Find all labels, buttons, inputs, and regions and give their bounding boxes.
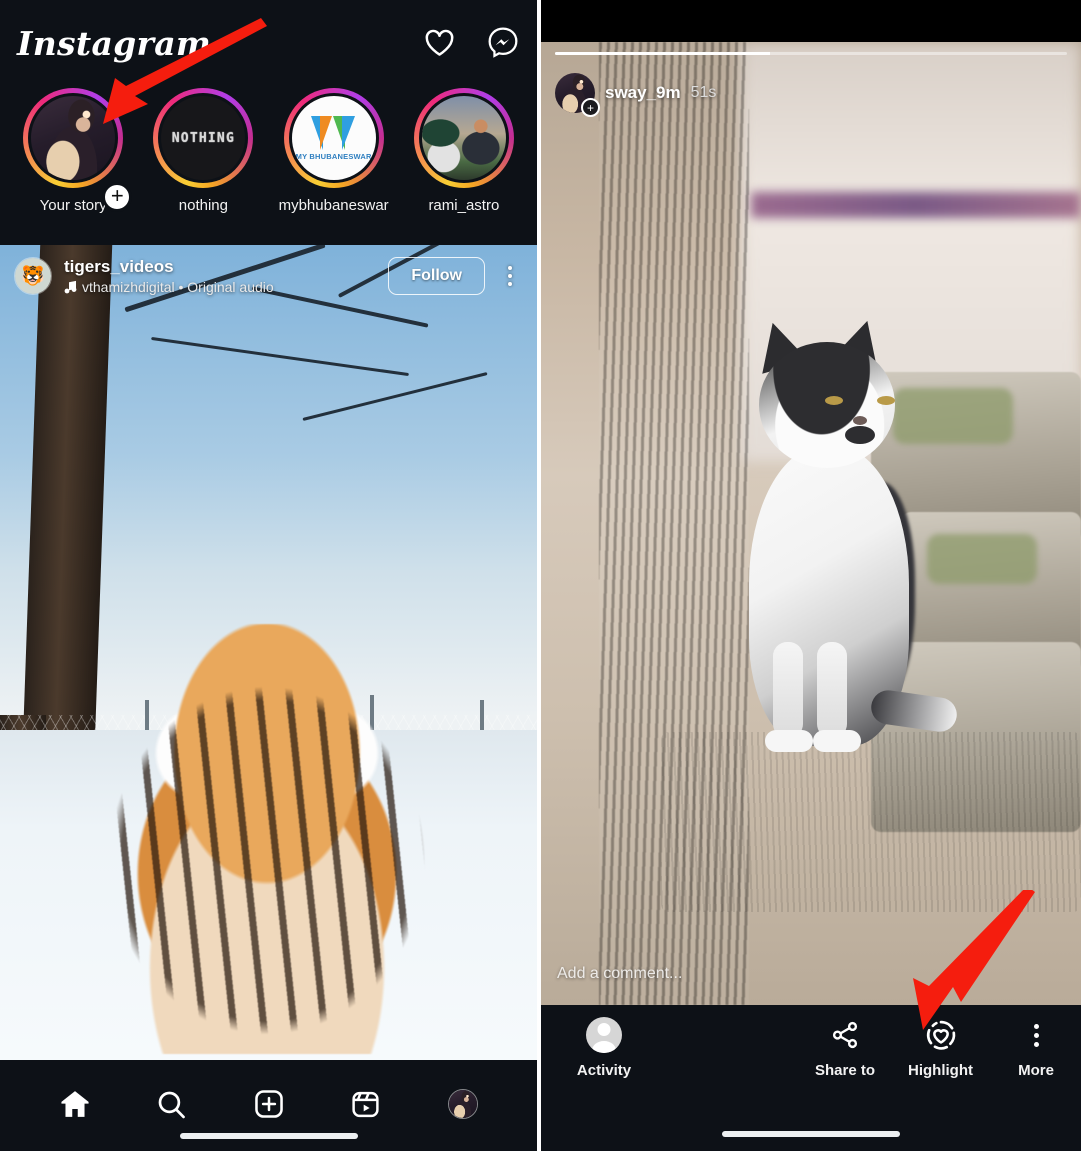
search-icon (158, 1091, 185, 1118)
android-home-indicator (179, 1133, 358, 1139)
notifications-heart-icon[interactable] (424, 28, 455, 57)
nothing-logo-art: NOTHING (161, 96, 246, 180)
kebab-menu-icon (1033, 1023, 1039, 1047)
highlight-heart-icon (926, 1020, 955, 1050)
cat-subject (721, 314, 959, 812)
reels-icon (352, 1091, 379, 1117)
story-header: + sway_9m 51s (541, 42, 1081, 117)
post-author-info: tigers_videos vthamizhdigital • Original… (64, 257, 388, 295)
action-label: More (1018, 1062, 1054, 1079)
screenshot-root: 🐯 tigers_videos vthamizhdigital • Origin… (0, 0, 1081, 1151)
m-logo-shape (310, 115, 357, 150)
story-timestamp: 51s (690, 84, 717, 101)
nav-item-create[interactable] (243, 1082, 295, 1126)
nothing-logo-text: NOTHING (171, 130, 235, 146)
story-progress-bar (555, 52, 1067, 55)
story-ring-gradient: MY BHUBANESWAR (283, 88, 384, 188)
story-label: nothing (178, 197, 228, 214)
tiger-avatar-art: 🐯 (15, 258, 51, 294)
story-avatar: NOTHING (161, 96, 246, 180)
home-icon (60, 1091, 89, 1117)
post-author-avatar[interactable]: 🐯 (14, 257, 52, 295)
story-avatar: MY BHUBANESWAR (291, 96, 376, 180)
action-share-to[interactable]: Share to (814, 1018, 876, 1079)
header-icons (424, 26, 519, 58)
mybhubaneswar-logo-text: MY BHUBANESWAR (295, 151, 372, 161)
story-progress-track (555, 52, 1067, 55)
story-ring-gradient (413, 88, 514, 188)
story-item-mybhubaneswar[interactable]: MY BHUBANESWAR mybhubaneswar (269, 88, 399, 238)
story-action-bar: Activity Share to Highlight More (541, 1005, 1081, 1151)
story-media-cat-photo[interactable]: Add a comment... (541, 42, 1081, 1005)
nav-item-home[interactable] (49, 1082, 101, 1126)
story-ring-gradient: NOTHING (153, 88, 254, 188)
action-label: Activity (576, 1062, 632, 1079)
story-author-row[interactable]: + sway_9m 51s (555, 73, 1067, 117)
story-label: mybhubaneswar (278, 197, 389, 214)
profile-avatar-icon (447, 1089, 478, 1119)
plus-square-icon (254, 1090, 283, 1118)
post-media-tiger-video[interactable] (0, 245, 537, 1060)
story-author-username[interactable]: sway_9m (605, 83, 681, 103)
profile-avatar-art (448, 1090, 477, 1118)
nav-item-search[interactable] (146, 1082, 198, 1126)
add-comment-placeholder[interactable]: Add a comment... (557, 965, 682, 983)
post-username[interactable]: tigers_videos (64, 257, 388, 277)
action-label: Highlight (908, 1062, 973, 1079)
add-to-story-badge-icon[interactable]: + (102, 182, 133, 212)
story-label: rami_astro (428, 197, 500, 214)
story-progress-fill (555, 52, 771, 55)
feed-header: Instagram + Your story NOTHING nothing M… (0, 0, 537, 245)
nav-item-profile[interactable] (437, 1082, 489, 1126)
instagram-story-viewer-panel: Add a comment... + sway_9m 51s Activity … (541, 0, 1081, 1151)
mybhubaneswar-logo-art: MY BHUBANESWAR (291, 96, 376, 180)
post-audio-text: vthamizhdigital • Original audio (82, 279, 274, 295)
story-avatar (31, 96, 116, 180)
follow-button[interactable]: Follow (388, 257, 485, 295)
action-more[interactable]: More (1005, 1018, 1067, 1079)
rami-avatar-art (421, 96, 506, 180)
story-ring-gradient (23, 88, 124, 188)
story-action-group: Share to Highlight More (814, 1018, 1067, 1079)
instagram-logo[interactable]: Instagram (17, 24, 211, 63)
action-activity[interactable]: Activity (565, 1017, 643, 1079)
selfie-avatar-art (31, 96, 116, 180)
android-home-indicator (722, 1131, 900, 1137)
story-avatar (421, 96, 506, 180)
post-audio-row[interactable]: vthamizhdigital • Original audio (64, 279, 388, 295)
story-item-rami-astro[interactable]: rami_astro (399, 88, 529, 238)
status-bar-area (541, 0, 1081, 42)
action-highlight[interactable]: Highlight (908, 1018, 973, 1079)
story-item-your-story[interactable]: + Your story (8, 88, 138, 238)
stories-tray[interactable]: + Your story NOTHING nothing MY BHUBANES… (0, 88, 537, 238)
add-to-story-badge-icon[interactable]: + (581, 98, 600, 117)
action-label: Share to (815, 1062, 876, 1079)
story-item-nothing[interactable]: NOTHING nothing (138, 88, 268, 238)
music-note-icon (64, 280, 77, 294)
instagram-feed-panel: 🐯 tigers_videos vthamizhdigital • Origin… (0, 0, 537, 1151)
post-header: 🐯 tigers_videos vthamizhdigital • Origin… (0, 245, 537, 307)
share-icon (832, 1021, 858, 1049)
messenger-icon[interactable] (487, 26, 519, 58)
activity-avatar-icon (586, 1017, 622, 1053)
nav-item-reels[interactable] (340, 1082, 392, 1126)
story-label: Your story (39, 197, 107, 214)
post-more-options-icon[interactable] (497, 266, 523, 286)
